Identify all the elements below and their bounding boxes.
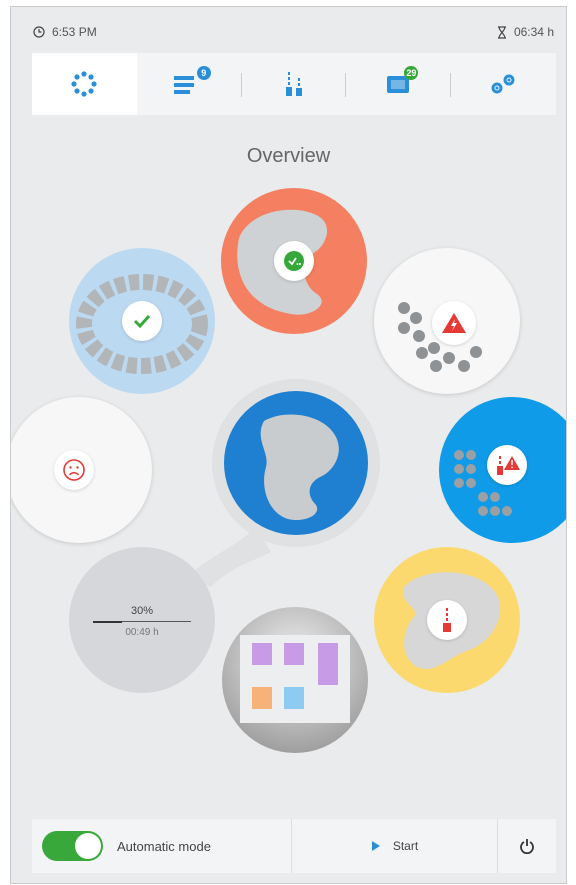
sad-face-icon [63,459,85,481]
status-badge [427,600,467,640]
start-label: Start [392,839,419,853]
job-blue-warning[interactable] [439,397,566,543]
electric-warning-icon [442,313,466,333]
power-icon [520,839,534,854]
app-window: 6:53 PM 06:34 h 9 29 Overview 30% 00:49 … [10,6,567,884]
status-badge [487,445,527,485]
job-white-failed[interactable] [11,397,152,543]
job-material-tray[interactable] [222,607,368,753]
tool-icon [443,608,451,632]
status-badge [122,301,162,341]
automatic-mode-toggle[interactable] [42,831,103,861]
automatic-mode-label: Automatic mode [117,838,211,854]
play-icon [371,841,380,851]
check-processing-icon [284,251,304,271]
job-yellow-tool[interactable] [374,547,520,693]
bottom-bar: Automatic mode Start [32,819,556,873]
check-icon [133,314,151,329]
job-blue-completed[interactable] [69,248,215,394]
power-button[interactable] [498,819,556,873]
automatic-mode-control: Automatic mode [32,819,292,873]
progress-bar [93,621,191,623]
status-badge [432,301,476,345]
tray-image [240,635,350,723]
progress-time: 00:49 h [125,627,159,638]
aligner-image [260,414,339,521]
progress-bar-fill [93,621,123,623]
job-progress: 30% 00:49 h [69,547,215,693]
progress-percent: 30% [130,605,154,617]
job-salmon-finished[interactable] [221,188,367,334]
start-button[interactable]: Start [292,819,498,873]
tool-warning-icon [497,456,520,475]
status-badge [274,241,314,281]
job-central-active[interactable] [224,391,368,535]
status-badge [54,450,94,490]
job-white-error[interactable] [374,248,520,394]
